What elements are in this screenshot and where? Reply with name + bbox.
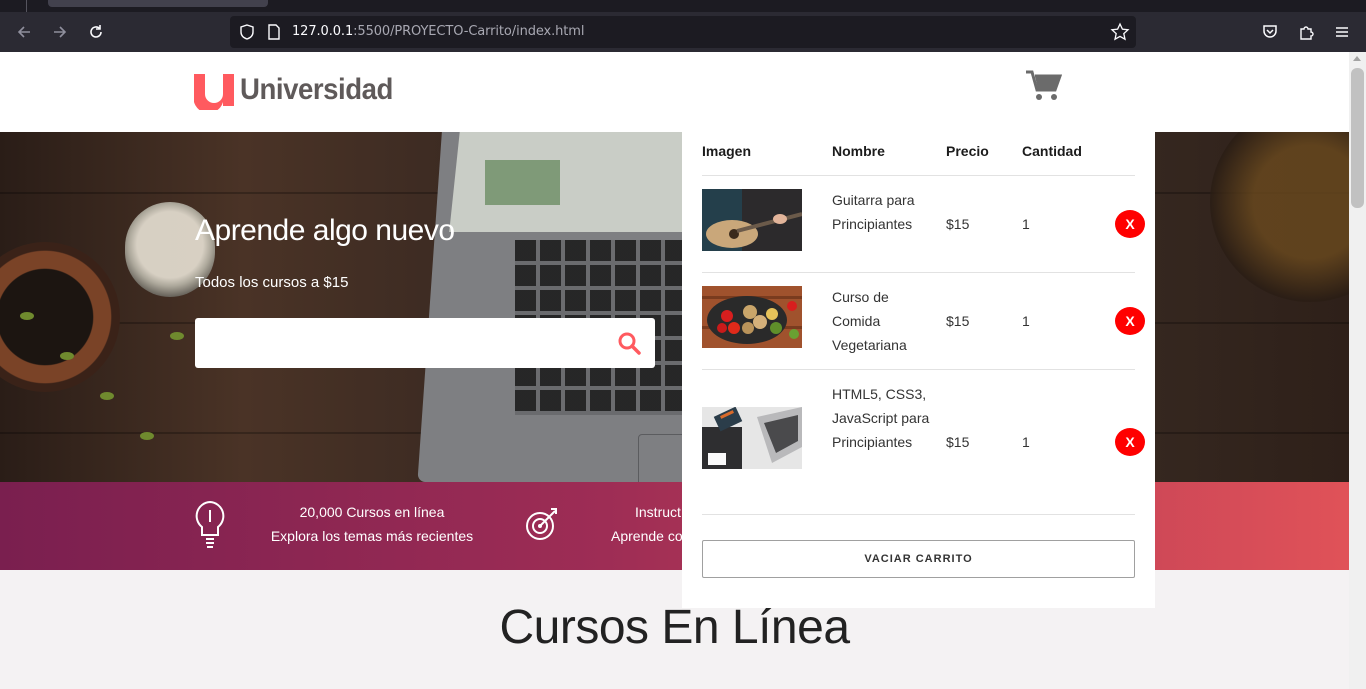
feature-desc: Aprende co [611,528,683,544]
cart-item-price: $15 [946,313,970,329]
url-path: :5500/PROYECTO-Carrito/index.html [353,24,585,39]
target-icon [526,508,557,540]
cart-item-price: $15 [946,434,970,450]
scroll-up-arrow-icon[interactable] [1353,56,1361,61]
logo-text: Universidad [240,73,393,106]
reload-button[interactable] [84,20,108,44]
search-input[interactable] [195,318,595,368]
hamburger-icon [1336,27,1348,37]
url-text[interactable]: 127.0.0.1:5500/PROYECTO-Carrito/index.ht… [292,24,584,39]
hero-title: Aprende algo nuevo [195,214,455,247]
page-icon [268,24,280,40]
column-header-image: Imagen [702,143,752,159]
cart-item-name: HTML5, CSS3, JavaScript para Principiant… [832,386,930,450]
laptop-desk-image [702,407,802,469]
shopping-cart-icon[interactable] [1026,70,1062,102]
laptop-desk-photo [702,407,802,469]
forward-button[interactable] [48,20,72,44]
remove-item-button[interactable]: X [1115,307,1145,335]
screen-photo-image [485,160,560,205]
tab-strip [0,0,1366,12]
empty-cart-button[interactable]: VACIAR CARRITO [702,540,1135,578]
u-logo-icon [194,74,234,110]
extensions-button[interactable] [1294,20,1318,44]
cart-item-name: Curso de Comida Vegetariana [832,289,907,353]
reload-icon [90,25,102,38]
row-divider [702,514,1135,515]
search-box [195,318,655,368]
cart-item-quantity: 1 [1022,434,1030,450]
scrollbar-thumb[interactable] [1351,68,1364,208]
site-header: Universidad [0,52,1349,132]
leaf-decoration [20,312,34,320]
active-tab[interactable] [48,0,268,7]
vegetables-image [702,286,802,348]
table-row: Guitarra para Principiantes $15 1 X [682,176,1155,272]
hero-subtitle: Todos los cursos a $15 [195,274,349,291]
feature-desc: Explora los temas más recientes [270,528,474,544]
cart-item-name: Guitarra para Principiantes [832,192,915,232]
leaf-decoration [140,432,154,440]
page-scrollbar[interactable] [1349,52,1366,689]
url-host: 127.0.0.1 [292,24,354,39]
cart-item-quantity: 1 [1022,216,1030,232]
lightbulb-icon [195,500,225,548]
table-row: Curso de Comida Vegetariana $15 1 X [682,273,1155,369]
puzzle-icon [1300,26,1314,40]
guitar-image [702,189,802,251]
pocket-button[interactable] [1258,20,1282,44]
vegetables-photo [702,286,802,348]
url-bar[interactable]: 127.0.0.1:5500/PROYECTO-Carrito/index.ht… [230,16,1136,48]
lamp-image [1210,132,1349,302]
leaf-decoration [60,352,74,360]
section-title: Cursos En Línea [499,601,850,654]
page-viewport: Universidad Aprende algo nuevo Todos los… [0,52,1349,689]
leaf-decoration [100,392,114,400]
cart-item-quantity: 1 [1022,313,1030,329]
shield-icon[interactable] [238,23,256,41]
menu-button[interactable] [1330,20,1354,44]
remove-item-button[interactable]: X [1115,210,1145,238]
arrow-left-icon [17,26,30,38]
cart-item-price: $15 [946,216,970,232]
column-header-name: Nombre [832,143,885,159]
guitar-photo [702,189,802,251]
table-row: HTML5, CSS3, JavaScript para Principiant… [682,370,1155,514]
feature-text-1: 20,000 Cursos en línea Explora los temas… [262,500,482,548]
column-header-price: Precio [946,143,989,159]
pocket-icon [1263,25,1277,38]
feature-title: Instruct [635,504,681,520]
back-button[interactable] [12,20,36,44]
tab-separator [26,0,27,12]
remove-item-button[interactable]: X [1115,428,1145,456]
site-logo[interactable]: Universidad [194,70,406,110]
feature-title: 20,000 Cursos en línea [299,504,445,520]
bookmark-star-icon[interactable] [1110,22,1130,42]
arrow-right-icon [54,26,67,38]
feature-text-2: Instruct Aprende co [611,500,683,548]
browser-toolbar: 127.0.0.1:5500/PROYECTO-Carrito/index.ht… [0,12,1366,52]
leaf-decoration [170,332,184,340]
column-header-quantity: Cantidad [1022,143,1082,159]
search-icon[interactable] [617,331,641,355]
plant-pot-image [0,242,120,392]
cart-dropdown: Imagen Nombre Precio Cantidad Guitarra p… [682,132,1155,608]
